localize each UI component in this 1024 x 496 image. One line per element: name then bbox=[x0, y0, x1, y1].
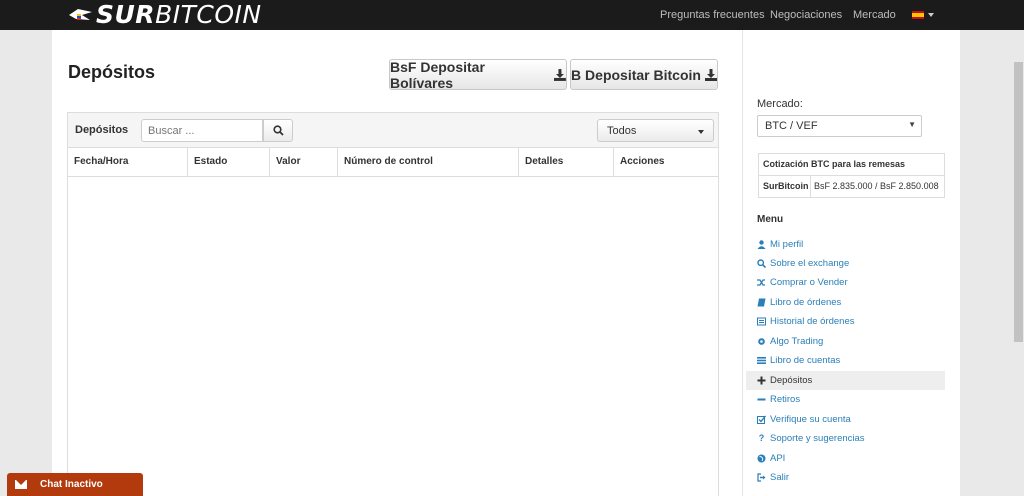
list-icon bbox=[757, 356, 766, 365]
menu-item-mi-perfil[interactable]: Mi perfil bbox=[746, 235, 945, 254]
logo[interactable]: SURBITCOIN bbox=[68, 2, 262, 28]
status-filter-select[interactable]: Todos bbox=[597, 119, 714, 142]
logo-bird-icon bbox=[69, 9, 92, 20]
menu-item-label: Libro de cuentas bbox=[770, 355, 841, 366]
deposit-bolivares-button[interactable]: BsF Depositar Bolívares bbox=[389, 58, 567, 91]
mail-icon bbox=[15, 480, 27, 489]
globe-icon bbox=[757, 454, 766, 463]
cog-icon bbox=[757, 337, 766, 346]
menu-item-label: Salir bbox=[770, 472, 790, 483]
mercado-label: Mercado: bbox=[757, 98, 803, 110]
menu-item-label: Sobre el exchange bbox=[770, 258, 850, 269]
menu-item-label: Soporte y sugerencias bbox=[770, 433, 865, 444]
deposit-bitcoin-label: B Depositar Bitcoin bbox=[571, 66, 701, 83]
menu-item-label: Algo Trading bbox=[770, 336, 824, 347]
column-fecha-hora[interactable]: Fecha/Hora bbox=[68, 148, 188, 176]
scrollbar-thumb[interactable] bbox=[1014, 62, 1023, 342]
panel-title: Depósitos bbox=[75, 124, 129, 136]
book-icon bbox=[757, 298, 766, 307]
menu-item-soporte[interactable]: ? Soporte y sugerencias bbox=[746, 429, 945, 448]
table-header: Fecha/Hora Estado Valor Número de contro… bbox=[68, 148, 718, 177]
download-icon bbox=[554, 68, 566, 81]
plus-icon bbox=[757, 376, 766, 385]
menu-item-retiros[interactable]: Retiros bbox=[746, 390, 945, 409]
menu-item-label: Mi perfil bbox=[770, 239, 804, 250]
user-icon bbox=[757, 240, 766, 249]
menu-item-label: Historial de órdenes bbox=[770, 316, 855, 327]
deposit-bolivares-label: BsF Depositar Bolívares bbox=[390, 58, 485, 91]
menu-item-algo-trading[interactable]: Algo Trading bbox=[746, 332, 945, 351]
menu-title: Menu bbox=[757, 214, 784, 225]
top-navbar: SURBITCOIN Preguntas frecuentes Negociac… bbox=[0, 0, 1024, 30]
nav-mercado[interactable]: Mercado bbox=[853, 0, 896, 30]
column-valor[interactable]: Valor bbox=[270, 148, 338, 176]
menu-item-depositos[interactable]: Depósitos bbox=[746, 371, 945, 390]
search-icon bbox=[272, 125, 284, 136]
menu-item-label: Retiros bbox=[770, 394, 801, 405]
menu-item-label: Depósitos bbox=[770, 375, 813, 386]
list-alt-icon bbox=[757, 317, 766, 326]
menu-item-label: API bbox=[770, 453, 786, 464]
menu-item-libro-cuentas[interactable]: Libro de cuentas bbox=[746, 351, 945, 370]
menu-item-verifique-cuenta[interactable]: Verifique su cuenta bbox=[746, 410, 945, 429]
status-filter-value: Todos bbox=[607, 125, 637, 137]
shuffle-icon bbox=[757, 278, 766, 287]
quote-exchange-name: SurBitcoin bbox=[759, 176, 811, 197]
quote-table: Cotización BTC para las remesas SurBitco… bbox=[758, 153, 945, 198]
quote-value: BsF 2.835.000 / BsF 2.850.008 bbox=[814, 181, 939, 191]
chevron-down-icon: ▼ bbox=[908, 120, 916, 129]
page-title: Depósitos bbox=[68, 62, 156, 82]
deposits-panel: Depósitos Todos Fecha/Hora Estado Valor … bbox=[67, 112, 719, 496]
minus-icon bbox=[757, 395, 766, 404]
search-icon bbox=[757, 259, 766, 268]
language-caret-icon[interactable] bbox=[928, 13, 934, 17]
mercado-value: BTC / VEF bbox=[765, 120, 818, 132]
nav-negociaciones[interactable]: Negociaciones bbox=[770, 0, 842, 30]
column-acciones[interactable]: Acciones bbox=[614, 148, 718, 176]
menu-item-libro-ordenes[interactable]: Libro de órdenes bbox=[746, 293, 945, 312]
menu-item-salir[interactable]: Salir bbox=[746, 468, 945, 487]
menu-item-historial-ordenes[interactable]: Historial de órdenes bbox=[746, 312, 945, 331]
column-numero-control[interactable]: Número de control bbox=[338, 148, 519, 176]
spain-flag-icon[interactable] bbox=[912, 11, 924, 19]
chevron-down-icon bbox=[698, 130, 704, 134]
chat-label: Chat Inactivo bbox=[40, 479, 103, 490]
column-estado[interactable]: Estado bbox=[188, 148, 270, 176]
nav-faq[interactable]: Preguntas frecuentes bbox=[660, 0, 765, 30]
chat-tab[interactable]: Chat Inactivo bbox=[7, 473, 143, 496]
menu-item-sobre-exchange[interactable]: Sobre el exchange bbox=[746, 254, 945, 273]
check-icon bbox=[757, 415, 766, 424]
question-icon: ? bbox=[758, 433, 765, 443]
search-input[interactable] bbox=[141, 119, 263, 142]
sign-out-icon bbox=[757, 473, 766, 482]
mercado-select[interactable]: BTC / VEF ▼ bbox=[757, 115, 922, 137]
deposit-bitcoin-button[interactable]: B Depositar Bitcoin bbox=[570, 59, 718, 90]
quote-title: Cotización BTC para las remesas bbox=[759, 154, 944, 176]
logo-text: SURBITCOIN bbox=[96, 0, 262, 29]
column-detalles[interactable]: Detalles bbox=[519, 148, 614, 176]
search-button[interactable] bbox=[263, 119, 293, 142]
menu-item-label: Libro de órdenes bbox=[770, 297, 842, 308]
download-icon bbox=[704, 68, 717, 81]
panel-heading: Depósitos Todos bbox=[68, 113, 718, 148]
menu-item-api[interactable]: API bbox=[746, 449, 945, 468]
menu-item-label: Verifique su cuenta bbox=[770, 414, 851, 425]
menu-item-label: Comprar o Vender bbox=[770, 277, 848, 288]
menu-item-comprar-vender[interactable]: Comprar o Vender bbox=[746, 273, 945, 292]
